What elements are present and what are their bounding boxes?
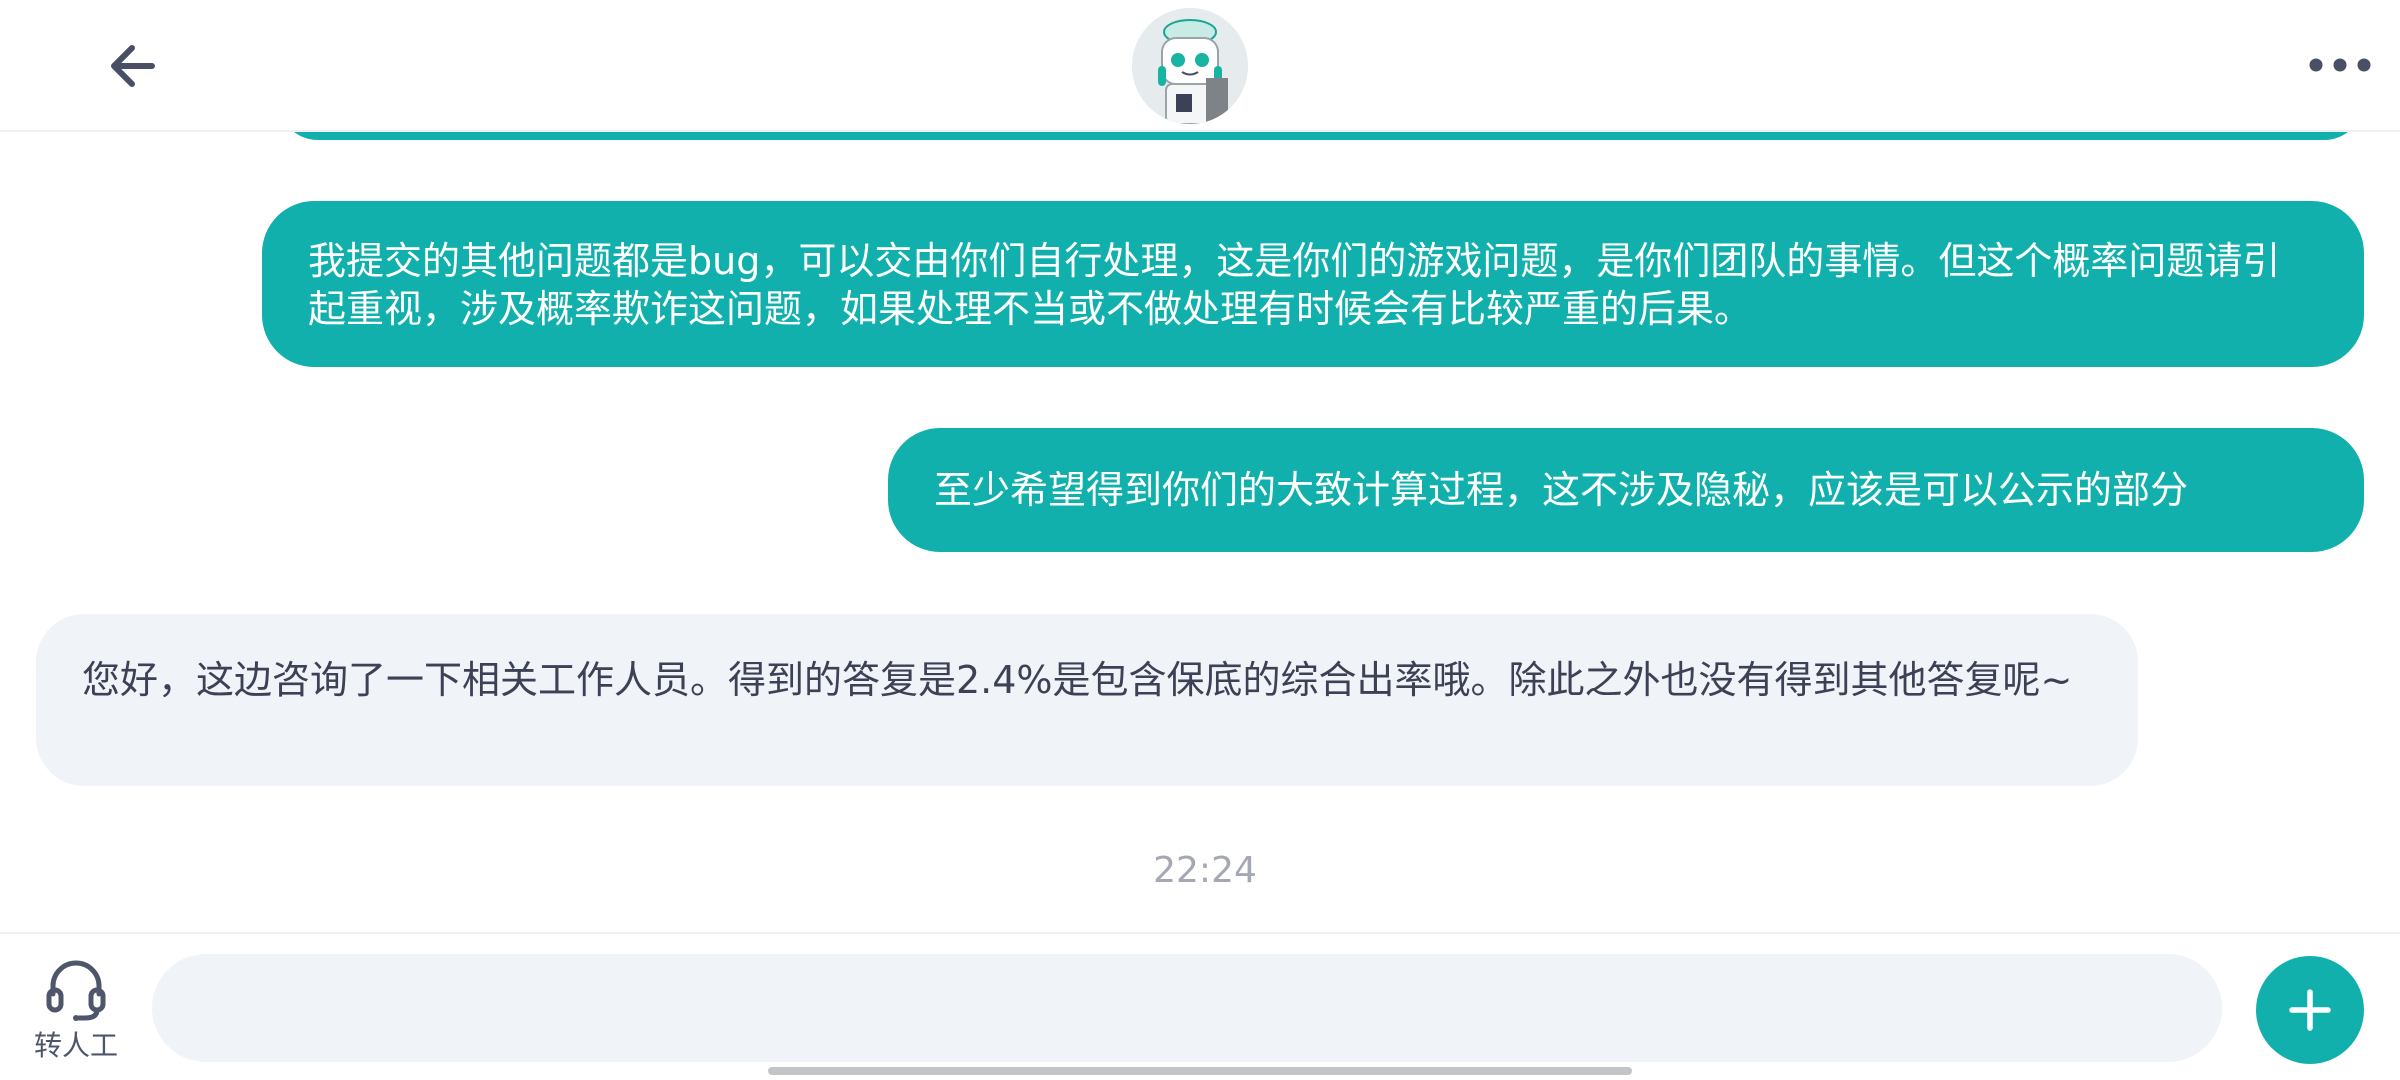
headset-icon: [46, 960, 106, 1021]
incoming-message-bubble[interactable]: 您好，这边咨询了一下相关工作人员。得到的答复是2.4%是包含保底的综合出率哦。除…: [36, 614, 2138, 786]
message-text: 我提交的其他问题都是bug，可以交由你们自行处理，这是你们的游戏问题，是你们团队…: [308, 239, 2281, 331]
message-text: 至少希望得到你们的大致计算过程，这不涉及隐秘，应该是可以公示的部分: [934, 468, 2189, 512]
message-timestamp: 22:24: [1153, 850, 1257, 891]
more-dots-icon: [2309, 58, 2371, 72]
bot-avatar[interactable]: [1132, 8, 1248, 124]
bot-avatar-icon: [1132, 8, 1248, 124]
add-attachment-button[interactable]: [2256, 956, 2364, 1064]
transfer-to-agent-label: 转人工: [33, 1029, 118, 1062]
message-list[interactable]: 我提交的其他问题都是bug，可以交由你们自行处理，这是你们的游戏问题，是你们团队…: [0, 0, 2400, 932]
input-bar: 转人工: [0, 932, 2400, 1080]
transfer-to-agent-button[interactable]: 转人工: [28, 956, 124, 1066]
plus-icon: [2289, 989, 2331, 1031]
home-indicator[interactable]: [768, 1067, 1632, 1075]
chat-screen: 我提交的其他问题都是bug，可以交由你们自行处理，这是你们的游戏问题，是你们团队…: [0, 0, 2400, 1080]
message-text: 您好，这边咨询了一下相关工作人员。得到的答复是2.4%是包含保底的综合出率哦。除…: [82, 658, 2073, 702]
outgoing-message-bubble[interactable]: 至少希望得到你们的大致计算过程，这不涉及隐秘，应该是可以公示的部分: [888, 428, 2364, 552]
top-bar: [0, 0, 2400, 132]
outgoing-message-bubble[interactable]: 我提交的其他问题都是bug，可以交由你们自行处理，这是你们的游戏问题，是你们团队…: [262, 201, 2364, 367]
arrow-left-icon: [111, 45, 155, 87]
back-button[interactable]: [96, 30, 168, 102]
message-input[interactable]: [152, 954, 2222, 1062]
more-options-button[interactable]: [2300, 40, 2380, 90]
